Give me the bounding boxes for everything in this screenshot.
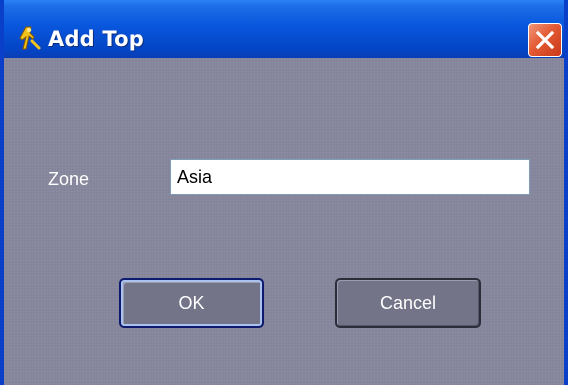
- dialog-body: Zone OK Cancel: [4, 58, 564, 385]
- key-figure-icon: [19, 26, 41, 50]
- zone-label: Zone: [48, 169, 90, 189]
- dialog-title: Add Top: [48, 27, 145, 51]
- cancel-button[interactable]: Cancel: [335, 278, 481, 328]
- title-bar[interactable]: Add Top: [4, 0, 564, 58]
- zone-input[interactable]: [170, 159, 530, 195]
- ok-button[interactable]: OK: [119, 278, 264, 328]
- close-icon: [535, 30, 555, 50]
- add-top-dialog: Add Top Zone OK Cancel: [0, 0, 568, 385]
- close-button[interactable]: [528, 23, 562, 57]
